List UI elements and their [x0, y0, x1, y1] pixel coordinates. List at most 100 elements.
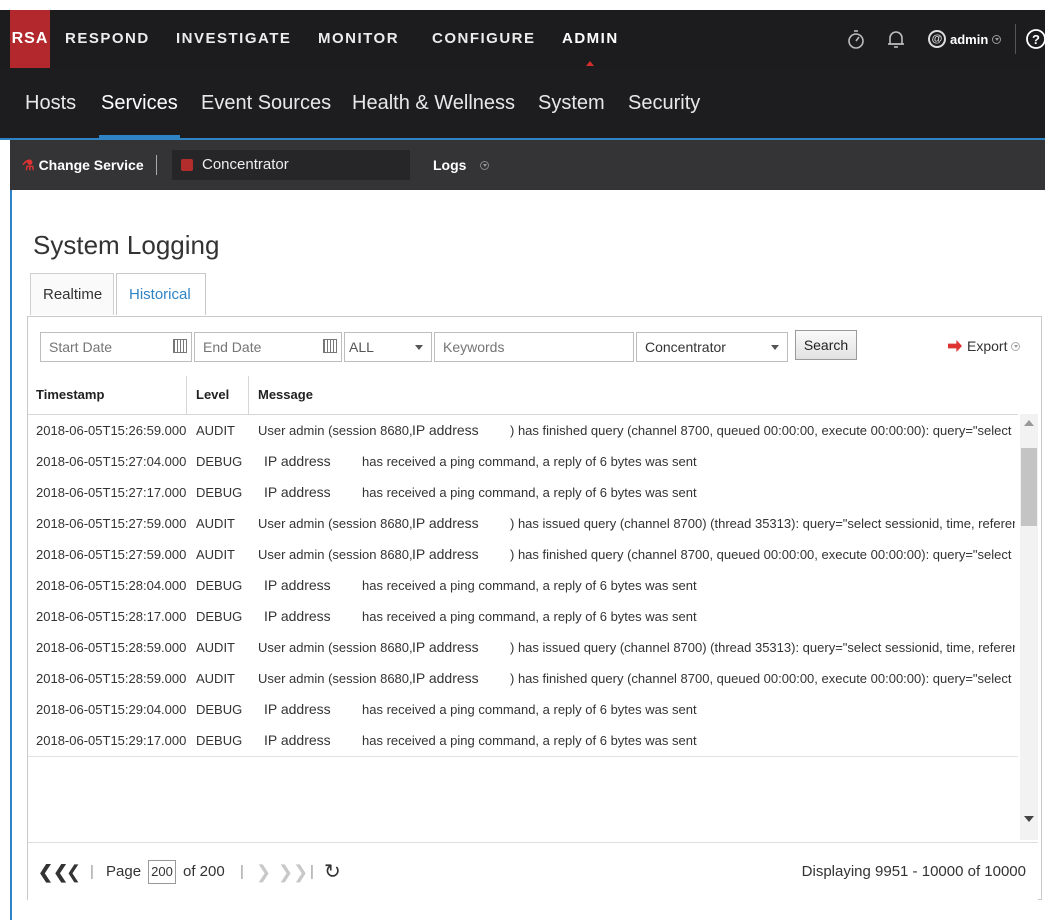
cell-message-prefix: User admin (session 8680,	[258, 671, 413, 686]
cell-ip-address: IP address	[264, 608, 331, 624]
rsa-logo[interactable]: RSA	[10, 10, 50, 68]
cell-level: AUDIT	[196, 516, 235, 531]
chevron-down-icon	[992, 34, 1002, 44]
table-header: Timestamp Level Message	[28, 376, 1018, 415]
cell-level: DEBUG	[196, 454, 243, 469]
nav-configure[interactable]: CONFIGURE	[432, 10, 536, 68]
help-icon[interactable]: ?	[1024, 27, 1045, 51]
cell-message: has received a ping command, a reply of …	[362, 609, 697, 624]
nav-monitor[interactable]: MONITOR	[318, 10, 399, 68]
table-row[interactable]: 2018-06-05T15:28:59.000 AUDIT User admin (…	[28, 632, 1018, 664]
divider: |	[240, 863, 244, 880]
table-row[interactable]: 2018-06-05T15:29:17.000 DEBUG IP address ha…	[28, 725, 1018, 757]
cell-timestamp: 2018-06-05T15:29:17.000	[36, 733, 187, 748]
divider	[156, 155, 157, 175]
table-row[interactable]: 2018-06-05T15:26:59.000 AUDIT User admin (…	[28, 415, 1018, 447]
active-tab-indicator	[99, 135, 180, 138]
page-number-input[interactable]: 200	[148, 860, 176, 884]
cell-ip-address: IP address	[264, 577, 331, 593]
service-filter-value: Concentrator	[645, 339, 726, 355]
table-row[interactable]: 2018-06-05T15:27:59.000 AUDIT User admin (…	[28, 508, 1018, 540]
tab-hosts[interactable]: Hosts	[25, 68, 76, 138]
cell-message: has received a ping command, a reply of …	[362, 733, 697, 748]
cell-message: ) has issued query (channel 8700) (threa…	[510, 640, 1015, 655]
first-page-icon[interactable]: ❮❮	[38, 843, 68, 901]
divider: |	[90, 863, 94, 880]
cell-ip-address: IP address	[412, 639, 479, 655]
col-message[interactable]: Message	[258, 376, 313, 414]
col-timestamp[interactable]: Timestamp	[36, 376, 104, 414]
stopwatch-icon[interactable]	[844, 27, 868, 51]
table-row[interactable]: 2018-06-05T15:27:04.000 DEBUG IP address ha…	[28, 446, 1018, 478]
cell-timestamp: 2018-06-05T15:28:17.000	[36, 609, 187, 624]
start-date-input[interactable]	[49, 334, 191, 360]
change-service-button[interactable]: ⚗ Change Service	[22, 140, 144, 190]
user-menu[interactable]: @ admin	[928, 27, 1002, 51]
cell-timestamp: 2018-06-05T15:27:17.000	[36, 485, 187, 500]
cell-message: ) has finished query (channel 8700, queu…	[510, 547, 1015, 562]
service-selector[interactable]: Concentrator	[172, 150, 410, 180]
cell-level: DEBUG	[196, 485, 243, 500]
search-button[interactable]: Search	[795, 330, 857, 360]
nav-admin[interactable]: ADMIN	[562, 10, 619, 68]
table-row[interactable]: 2018-06-05T15:27:17.000 DEBUG IP address ha…	[28, 477, 1018, 509]
tab-security[interactable]: Security	[628, 68, 700, 138]
cell-ip-address: IP address	[264, 732, 331, 748]
table-row[interactable]: 2018-06-05T15:27:59.000 AUDIT User admin (…	[28, 539, 1018, 571]
cell-ip-address: IP address	[412, 546, 479, 562]
tab-realtime[interactable]: Realtime	[30, 273, 114, 315]
tab-system[interactable]: System	[538, 68, 605, 138]
view-selector[interactable]: Logs	[433, 140, 490, 190]
page-label: Page	[106, 863, 142, 880]
tab-historical[interactable]: Historical	[116, 273, 206, 315]
cell-timestamp: 2018-06-05T15:26:59.000	[36, 423, 187, 438]
cell-message: has received a ping command, a reply of …	[362, 485, 697, 500]
end-date-input[interactable]	[203, 334, 341, 360]
calendar-icon[interactable]	[173, 339, 187, 353]
col-level[interactable]: Level	[196, 376, 229, 414]
prev-page-icon[interactable]: ❮	[66, 843, 81, 901]
tab-services[interactable]: Services	[99, 68, 180, 138]
nav-admin-label: ADMIN	[562, 30, 619, 47]
service-bar: ⚗ Change Service Concentrator Logs	[10, 140, 1045, 190]
keywords-field[interactable]	[434, 332, 634, 362]
scroll-down-icon[interactable]	[1024, 816, 1034, 822]
svg-text:?: ?	[1032, 32, 1040, 47]
table-row[interactable]: 2018-06-05T15:28:17.000 DEBUG IP address ha…	[28, 601, 1018, 633]
chevron-down-icon	[415, 345, 423, 350]
nav-respond[interactable]: RESPOND	[65, 10, 150, 68]
table-row[interactable]: 2018-06-05T15:28:04.000 DEBUG IP address ha…	[28, 570, 1018, 602]
cell-timestamp: 2018-06-05T15:28:59.000	[36, 671, 187, 686]
pagination-bar: ❮❮ ❮ | Page 200 of 200 | ❯ ❯❯ | ↻ Displa…	[28, 842, 1038, 901]
refresh-icon[interactable]: ↻	[324, 843, 341, 901]
chevron-down-icon	[771, 345, 779, 350]
level-select[interactable]: ALL	[344, 332, 432, 362]
admin-subnav: Hosts Services Event Sources Health & We…	[0, 68, 1045, 140]
user-name: admin	[950, 31, 989, 47]
cell-level: DEBUG	[196, 733, 243, 748]
end-date-field[interactable]	[194, 332, 342, 362]
tab-health-wellness[interactable]: Health & Wellness	[352, 68, 515, 138]
tab-event-sources[interactable]: Event Sources	[201, 68, 331, 138]
calendar-icon[interactable]	[323, 339, 337, 353]
cell-message: ) has finished query (channel 8700, queu…	[510, 671, 1015, 686]
cell-ip-address: IP address	[264, 701, 331, 717]
nav-investigate[interactable]: INVESTIGATE	[176, 10, 291, 68]
scroll-up-icon[interactable]	[1024, 420, 1034, 426]
table-row[interactable]: 2018-06-05T15:29:04.000 DEBUG IP address ha…	[28, 694, 1018, 726]
export-label: Export	[967, 338, 1008, 354]
cell-ip-address: IP address	[412, 515, 479, 531]
bell-icon[interactable]	[884, 27, 908, 51]
keywords-input[interactable]	[443, 334, 633, 360]
table-row[interactable]: 2018-06-05T15:28:59.000 AUDIT User admin (…	[28, 663, 1018, 695]
next-page-icon[interactable]: ❯	[256, 843, 271, 901]
scrollbar-thumb[interactable]	[1021, 448, 1037, 526]
cell-ip-address: IP address	[412, 422, 479, 438]
cell-level: DEBUG	[196, 578, 243, 593]
start-date-field[interactable]	[40, 332, 192, 362]
export-button[interactable]: Export	[948, 338, 1021, 354]
last-page-icon[interactable]: ❯❯	[278, 843, 308, 901]
tab-services-label: Services	[101, 92, 178, 114]
service-filter-select[interactable]: Concentrator	[636, 332, 788, 362]
cell-level: DEBUG	[196, 702, 243, 717]
